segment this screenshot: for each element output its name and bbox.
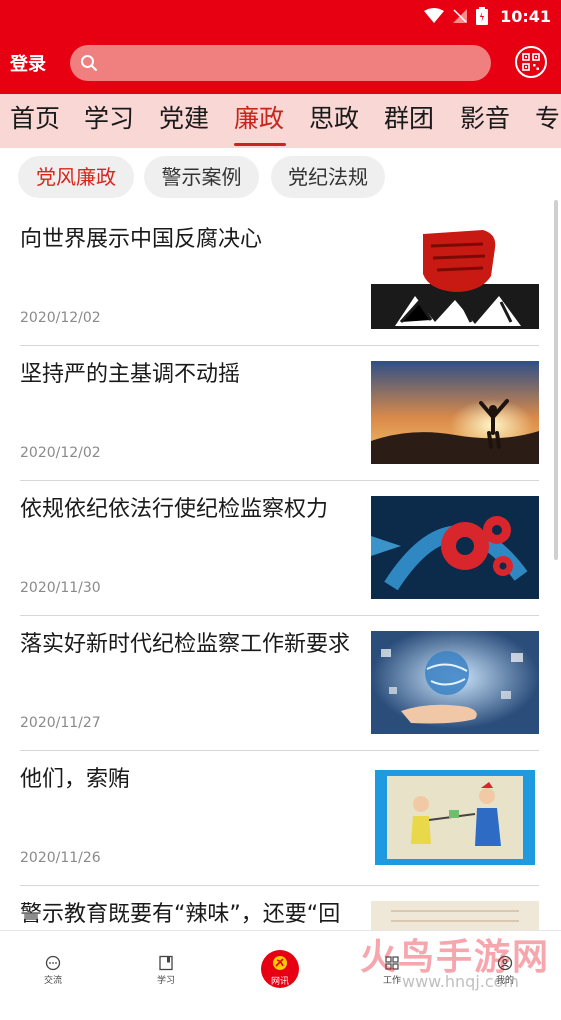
nav-news-center[interactable]: 网讯 [261, 950, 299, 988]
news-thumbnail [371, 631, 539, 734]
news-item[interactable]: 向世界展示中国反腐决心 2020/12/02 [20, 210, 539, 346]
nav-study[interactable]: 学习 [136, 955, 196, 986]
party-emblem-icon [273, 956, 287, 970]
news-item[interactable]: 落实好新时代纪检监察工作新要求 2020/11/27 [20, 615, 539, 751]
tab-media[interactable]: 影音 [460, 104, 510, 134]
login-button[interactable]: 登录 [10, 50, 46, 76]
subtab-party-integrity[interactable]: 党风廉政 [18, 156, 134, 198]
news-title: 警示教育既要有“辣味”，还要“回 [20, 902, 341, 927]
sunset-person-image [371, 361, 539, 464]
subtab-party-regulations[interactable]: 党纪法规 [271, 156, 385, 198]
cartoon-image [371, 766, 539, 869]
news-thumbnail [371, 766, 539, 869]
tab-ideology[interactable]: 思政 [309, 104, 359, 134]
grid-icon [385, 956, 399, 970]
active-tab-indicator [234, 143, 286, 146]
hand-globe-image [371, 631, 539, 734]
news-title: 落实好新时代纪检监察工作新要求 [20, 632, 351, 657]
news-item[interactable]: 坚持严的主基调不动摇 2020/12/02 [20, 345, 539, 481]
nav-study-label: 学习 [156, 976, 175, 986]
status-time: 10:41 [500, 6, 551, 26]
tab-special[interactable]: 专 [535, 104, 560, 134]
scrollbar[interactable] [554, 200, 558, 560]
tab-mass-groups[interactable]: 群团 [384, 104, 434, 134]
sub-tabs: 党风廉政 警示案例 党纪法规 [0, 154, 561, 200]
news-item[interactable]: 依规依纪依法行使纪检监察权力 2020/11/30 [20, 480, 539, 616]
news-thumbnail [371, 496, 539, 599]
news-item[interactable]: 他们，索贿 2020/11/26 [20, 750, 539, 886]
search-bar[interactable] [70, 45, 491, 81]
tab-study[interactable]: 学习 [84, 104, 134, 134]
news-date: 2020/12/02 [20, 445, 101, 461]
no-signal-icon [453, 9, 468, 23]
news-title: 他们，索贿 [20, 767, 131, 792]
subtab-warning-cases[interactable]: 警示案例 [144, 156, 259, 198]
nav-news-label: 网讯 [270, 977, 289, 987]
nav-chat[interactable]: 交流 [23, 955, 83, 986]
news-thumbnail [371, 361, 539, 464]
news-title: 依规依纪依法行使纪检监察权力 [20, 497, 329, 522]
news-thumbnail [371, 226, 539, 329]
news-date: 2020/11/26 [20, 850, 101, 866]
news-title: 坚持严的主基调不动摇 [20, 362, 241, 387]
search-icon [81, 55, 97, 71]
nav-work[interactable]: 工作 [362, 955, 422, 986]
nav-work-label: 工作 [382, 976, 401, 986]
category-tabs: 首页 学习 党建 廉政 思政 群团 影音 专 [0, 94, 561, 148]
nav-chat-label: 交流 [43, 976, 62, 986]
chat-icon [45, 955, 61, 971]
battery-icon [476, 7, 489, 25]
tab-home[interactable]: 首页 [10, 104, 60, 134]
tab-party-building[interactable]: 党建 [159, 104, 209, 134]
nav-profile[interactable]: 我的 [475, 955, 535, 986]
status-bar: 10:41 [0, 0, 561, 32]
user-icon [497, 955, 513, 971]
qr-code-icon [522, 53, 540, 71]
fist-image [371, 226, 539, 329]
wifi-icon [424, 8, 445, 23]
search-input[interactable] [104, 53, 468, 73]
nav-profile-label: 我的 [495, 976, 514, 986]
bottom-nav: 交流 学习 网讯 工作 我的 [0, 930, 561, 1005]
news-date: 2020/12/02 [20, 310, 101, 326]
book-icon [159, 955, 173, 971]
news-title: 向世界展示中国反腐决心 [20, 227, 263, 252]
tab-integrity[interactable]: 廉政 [234, 104, 284, 134]
gears-image [371, 496, 539, 599]
app-header: 登录 [0, 32, 561, 94]
news-date: 2020/11/27 [20, 715, 101, 731]
status-icons: 10:41 [424, 4, 551, 28]
qr-scan-button[interactable] [515, 46, 547, 78]
news-date: 2020/11/30 [20, 580, 101, 596]
